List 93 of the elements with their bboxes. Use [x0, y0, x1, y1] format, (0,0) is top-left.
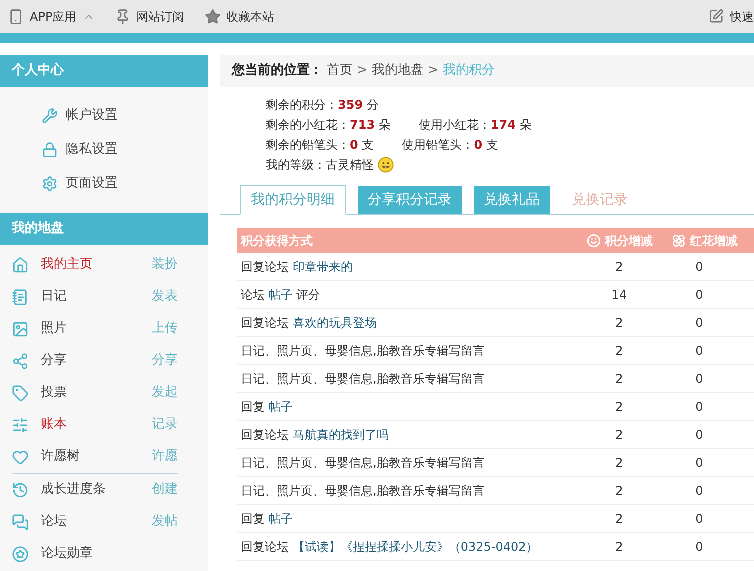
sidebar-link[interactable]: 照片 — [41, 319, 67, 339]
home-icon — [12, 256, 29, 274]
stat-text: 剩余的铅笔头：0 支 — [266, 137, 374, 154]
settings-link[interactable]: 隐私设置 — [0, 133, 208, 167]
table-cell-text: 日记、照片页、母婴信息,胎教音乐专辑写留言 — [240, 370, 486, 388]
table-cell-text: 回复论坛 印章带来的 — [240, 258, 354, 276]
top-bar-link[interactable]: APP应用 — [8, 8, 95, 26]
table-cell-text: 2 — [614, 258, 624, 276]
table-cell-text: 2 — [614, 370, 624, 388]
sidebar-link[interactable]: 论坛勋章 — [41, 544, 93, 564]
table-cell-text: 回复 帖子 — [240, 398, 294, 416]
settings-link[interactable]: 帐户设置 — [0, 99, 208, 133]
table-cell-text: 0 — [694, 342, 704, 360]
star-icon — [204, 8, 221, 24]
table-cell-text: 回复论坛 【试读】《捏捏揉揉小儿安》（0325-0402） — [240, 538, 540, 556]
image-icon — [12, 320, 29, 338]
table-cell-text: 2 — [614, 314, 624, 332]
breadcrumb-link[interactable]: 我的地盘 — [372, 61, 424, 81]
edit-icon — [709, 9, 724, 24]
settings-link[interactable]: 页面设置 — [0, 167, 208, 201]
breadcrumb-separator: > — [357, 62, 368, 80]
stat-text: 剩余的小红花：713 朵 — [266, 117, 391, 134]
post-link[interactable]: 帖子 — [268, 288, 293, 302]
table-cell-text: 2 — [614, 510, 624, 528]
settings-icon — [42, 176, 58, 192]
column-header: 积分增减 — [587, 232, 672, 250]
smiley-icon — [378, 157, 394, 173]
notebook-icon — [12, 288, 29, 306]
table-cell-text: 0 — [694, 482, 704, 500]
flower-icon — [672, 234, 686, 248]
table-cell-text: 0 — [694, 286, 704, 304]
table-cell-text: 2 — [614, 538, 624, 556]
pin-icon — [114, 8, 131, 24]
table-cell-text: 日记、照片页、母婴信息,胎教音乐专辑写留言 — [240, 482, 486, 500]
level-text: 我的等级：古灵精怪 — [266, 157, 374, 174]
table-cell-text: 2 — [614, 482, 624, 500]
post-link[interactable]: 印章带来的 — [292, 260, 353, 274]
breadcrumb-separator: > — [428, 62, 439, 80]
top-bar-link[interactable]: 网站订阅 — [114, 8, 185, 26]
table-cell-text: 2 — [614, 426, 624, 444]
table-cell-text: 2 — [614, 398, 624, 416]
table-cell-text: 2 — [614, 454, 624, 472]
sidebar-link[interactable]: 论坛 — [41, 512, 67, 532]
history-icon — [12, 482, 29, 498]
stat-text: 使用铅笔头：0 支 — [402, 137, 498, 154]
sidebar-link[interactable]: 日记 — [41, 287, 67, 307]
sidebar-link[interactable]: 我的主页 — [41, 255, 93, 275]
post-link[interactable]: 帖子 — [268, 512, 293, 526]
sidebar-heading: 个人中心 — [0, 55, 208, 87]
stat-text: 剩余的积分：359 分 — [266, 97, 379, 114]
sidebar-heading: 我的地盘 — [0, 213, 208, 245]
tools-icon — [42, 108, 58, 124]
table-cell-text: 0 — [694, 426, 704, 444]
table-cell-text: 14 — [610, 286, 628, 304]
sidebar-link[interactable]: 成长进度条 — [41, 480, 106, 500]
post-link[interactable]: 【试读】《捏捏揉揉小儿安》（0325-0402） — [292, 540, 538, 554]
tag-icon — [12, 384, 29, 402]
table-cell-text: 论坛 帖子 评分 — [240, 286, 322, 304]
table-cell-text: 0 — [694, 370, 704, 388]
sliders-icon — [12, 416, 29, 434]
sidebar-link[interactable]: 投票 — [41, 383, 67, 403]
table-cell-text: 回复论坛 马航真的找到了吗 — [240, 426, 390, 444]
table-cell-text: 0 — [694, 258, 704, 276]
table-cell-text: 日记、照片页、母婴信息,胎教音乐专辑写留言 — [240, 342, 486, 360]
sidebar-link[interactable]: 许愿树 — [41, 447, 80, 467]
lock-icon — [42, 142, 58, 158]
table-cell-text: 0 — [694, 538, 704, 556]
post-link[interactable]: 马航真的找到了吗 — [292, 428, 389, 442]
column-header: 红花增减 — [672, 232, 754, 250]
table-cell-text: 2 — [614, 342, 624, 360]
breadcrumb-link[interactable]: 首页 — [327, 61, 353, 81]
table-cell-text: 回复论坛 喜欢的玩具登场 — [240, 314, 378, 332]
table-cell-text: 0 — [694, 454, 704, 472]
breadcrumb-label: 您当前的位置： — [232, 62, 323, 80]
chat-icon — [12, 514, 29, 530]
heart-icon — [12, 448, 29, 466]
top-bar-link[interactable]: 收藏本站 — [204, 8, 275, 26]
post-link[interactable]: 喜欢的玩具登场 — [292, 316, 377, 330]
table-cell-text: 日记、照片页、母婴信息,胎教音乐专辑写留言 — [240, 454, 486, 472]
table-cell-text: 回复 帖子 — [240, 510, 294, 528]
stat-text: 使用小红花：174 朵 — [418, 117, 532, 134]
share-icon — [12, 352, 29, 370]
sidebar-link[interactable]: 账本 — [41, 415, 67, 435]
table-cell-text: 0 — [694, 398, 704, 416]
smile-icon — [587, 234, 601, 248]
star-badge-icon — [12, 546, 29, 562]
post-link[interactable]: 帖子 — [268, 400, 293, 414]
phone-icon — [8, 8, 24, 24]
column-header: 积分获得方式 — [240, 232, 314, 250]
sidebar-link[interactable]: 分享 — [41, 351, 67, 371]
table-cell-text: 0 — [694, 510, 704, 528]
quick-post-link[interactable]: 快速 — [709, 8, 754, 26]
table-cell-text: 0 — [694, 314, 704, 332]
